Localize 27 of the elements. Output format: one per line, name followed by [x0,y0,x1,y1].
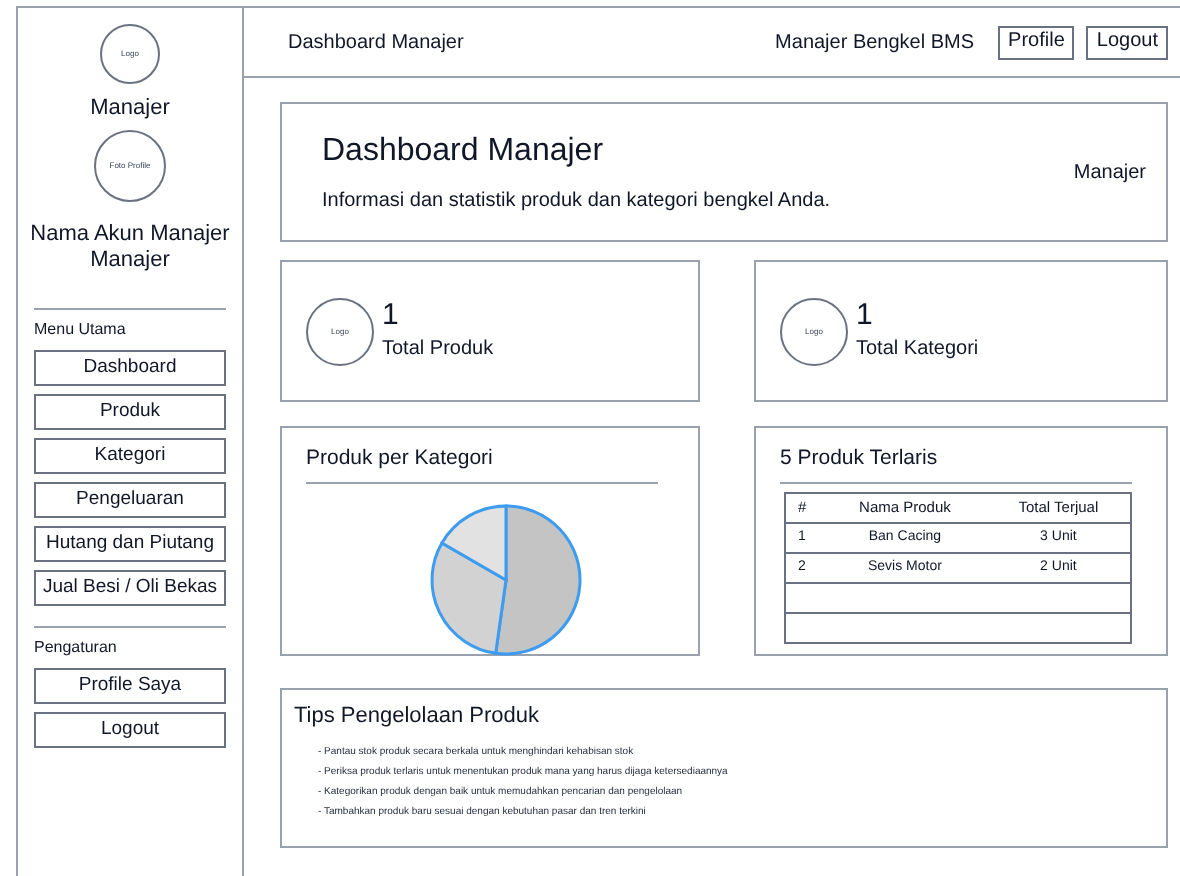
role-label: Manajer [90,94,170,124]
menu-button[interactable]: Produk [34,394,226,430]
account-name: Nama Akun Manajer [30,221,230,249]
header-button[interactable]: Profile [998,25,1075,59]
welcome-subtitle: Informasi dan statistik produk dan kategori bengkel Anda. [322,188,831,216]
account-role: Manajer [90,248,170,276]
menu-button[interactable]: Pengeluaran [34,482,226,518]
welcome-title: Dashboard Manajer [322,132,606,172]
menu-button[interactable]: Jual Besi / Oli Bekas [34,570,226,606]
stat-value: 1 [382,299,401,329]
section-title: Menu Utama [34,318,128,342]
menu-button[interactable]: Hutang dan Piutang [34,526,226,562]
menu-button[interactable]: Kategori [34,438,226,474]
section-title: Pengaturan [34,636,119,660]
header-button[interactable]: Logout [1086,25,1168,59]
stat-value: 1 [856,299,875,329]
user-name: Manajer Bengkel BMS [775,29,975,57]
menu-button[interactable]: Dashboard [34,350,226,386]
stat-label: Total Produk [382,335,494,363]
menu-button[interactable]: Logout [34,712,226,748]
card-title: 5 Produk Terlaris [780,444,1132,484]
stat-label: Total Kategori [856,335,979,363]
card-title: Produk per Kategori [306,444,658,484]
role-label: Manajer [1073,159,1146,187]
tips-title: Tips Pengelolaan Produk [294,702,542,732]
menu-button[interactable]: Profile Saya [34,668,226,704]
page-title: Dashboard Manajer [288,29,464,57]
